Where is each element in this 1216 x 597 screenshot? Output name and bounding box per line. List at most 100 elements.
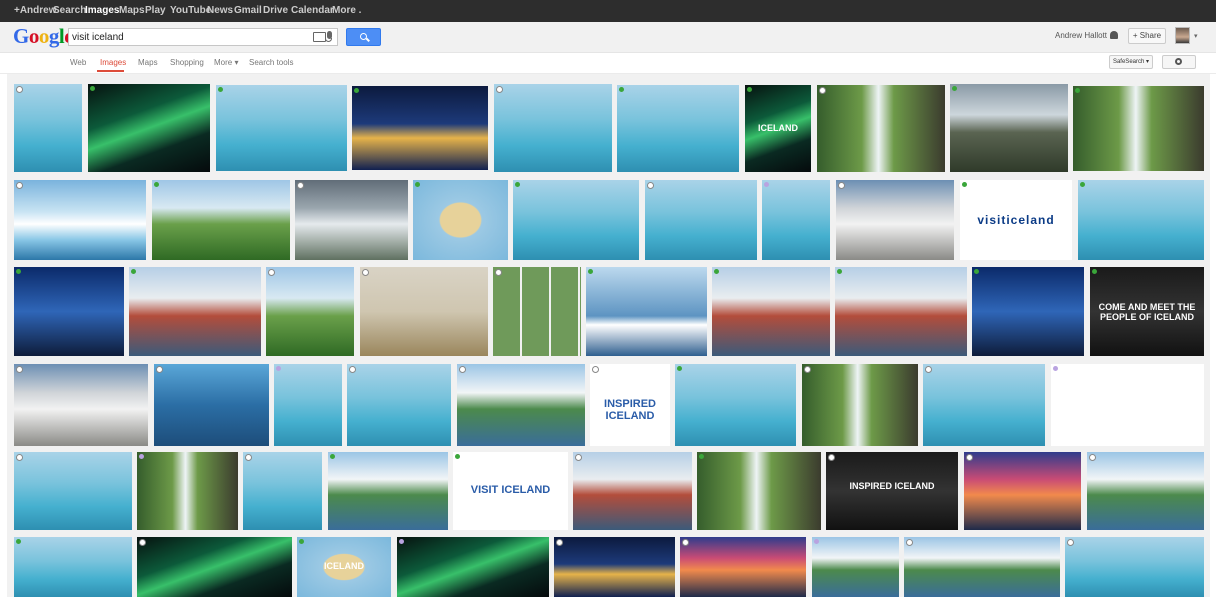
result-badge-icon xyxy=(330,454,335,459)
image-result-thumbnail[interactable] xyxy=(328,452,448,530)
avatar-caret-icon[interactable]: ▾ xyxy=(1194,32,1198,40)
gbar-link-gmail[interactable]: Gmail xyxy=(234,0,262,22)
gbar-link-calendar[interactable]: Calendar xyxy=(291,0,334,22)
settings-button[interactable] xyxy=(1162,55,1196,69)
image-result-thumbnail[interactable] xyxy=(586,267,707,356)
image-result-thumbnail[interactable] xyxy=(88,84,210,172)
image-result-thumbnail[interactable] xyxy=(964,452,1081,530)
image-result-thumbnail[interactable] xyxy=(14,364,148,446)
image-result-thumbnail[interactable] xyxy=(1087,452,1204,530)
image-result-thumbnail[interactable] xyxy=(129,267,261,356)
image-result-thumbnail[interactable]: COME AND MEET THE PEOPLE OF ICELAND xyxy=(1090,267,1204,356)
result-badge-icon xyxy=(828,454,835,461)
image-result-thumbnail[interactable] xyxy=(712,267,830,356)
image-result-thumbnail[interactable] xyxy=(697,452,821,530)
image-result-thumbnail[interactable] xyxy=(152,180,290,260)
image-result-thumbnail[interactable] xyxy=(1051,364,1204,446)
image-result-thumbnail[interactable] xyxy=(513,180,639,260)
google-logo[interactable]: Google xyxy=(13,25,74,47)
image-result-thumbnail[interactable] xyxy=(802,364,918,446)
image-result-thumbnail[interactable] xyxy=(347,364,451,446)
gbar-link-search[interactable]: Search xyxy=(53,0,86,22)
notification-bell-icon[interactable] xyxy=(1110,31,1118,39)
gbar-link-drive[interactable]: Drive xyxy=(263,0,288,22)
image-result-thumbnail[interactable] xyxy=(836,180,954,260)
tab-images[interactable]: Images xyxy=(100,58,126,67)
image-result-thumbnail[interactable] xyxy=(216,85,347,171)
gbar-link-news[interactable]: News xyxy=(207,0,233,22)
image-overlay-text: ICELAND xyxy=(324,561,364,571)
gbar-link-maps[interactable]: Maps xyxy=(119,0,145,22)
search-button[interactable] xyxy=(346,28,381,46)
image-result-thumbnail[interactable]: INSPIRED ICELAND xyxy=(590,364,670,446)
image-result-thumbnail[interactable] xyxy=(274,364,342,446)
image-result-thumbnail[interactable] xyxy=(1073,86,1204,171)
result-badge-icon xyxy=(276,366,281,371)
image-result-thumbnail[interactable] xyxy=(14,180,146,260)
image-result-thumbnail[interactable] xyxy=(680,537,806,597)
image-result-thumbnail[interactable]: ICELAND xyxy=(297,537,391,597)
result-badge-icon xyxy=(682,539,689,546)
image-result-thumbnail[interactable] xyxy=(457,364,585,446)
keyboard-icon[interactable] xyxy=(313,32,326,42)
image-result-thumbnail[interactable] xyxy=(812,537,899,597)
result-badge-icon xyxy=(16,269,21,274)
search-box xyxy=(68,28,338,46)
result-badge-icon xyxy=(139,454,144,459)
image-result-thumbnail[interactable] xyxy=(360,267,488,356)
image-result-thumbnail[interactable] xyxy=(243,452,322,530)
image-result-thumbnail[interactable] xyxy=(295,180,408,260)
image-result-thumbnail[interactable] xyxy=(397,537,549,597)
gbar-link-youtube[interactable]: YouTube xyxy=(170,0,211,22)
image-result-thumbnail[interactable] xyxy=(14,537,132,597)
tab-web[interactable]: Web xyxy=(70,58,86,67)
image-result-thumbnail[interactable] xyxy=(14,84,82,172)
gbar-link-images[interactable]: Images xyxy=(85,0,119,22)
tab-shopping[interactable]: Shopping xyxy=(170,58,204,67)
image-result-thumbnail[interactable]: VISIT ICELAND xyxy=(453,452,568,530)
user-name[interactable]: Andrew Hallott xyxy=(1055,31,1107,40)
image-result-thumbnail[interactable] xyxy=(972,267,1084,356)
image-result-thumbnail[interactable] xyxy=(413,180,508,260)
image-result-thumbnail[interactable] xyxy=(154,364,269,446)
image-result-thumbnail[interactable] xyxy=(1078,180,1204,260)
image-result-thumbnail[interactable] xyxy=(554,537,675,597)
image-result-thumbnail[interactable] xyxy=(494,84,612,172)
image-result-thumbnail[interactable]: ICELAND xyxy=(745,85,811,172)
tab-maps[interactable]: Maps xyxy=(138,58,158,67)
image-result-thumbnail[interactable] xyxy=(137,452,238,530)
image-result-thumbnail[interactable] xyxy=(493,267,581,356)
search-tabs: Web Images Maps Shopping More ▾ Search t… xyxy=(0,53,1216,74)
image-result-thumbnail[interactable] xyxy=(645,180,757,260)
search-input[interactable] xyxy=(72,29,302,45)
image-result-thumbnail[interactable] xyxy=(573,452,692,530)
microphone-icon[interactable] xyxy=(325,31,332,42)
image-result-thumbnail[interactable] xyxy=(14,452,132,530)
image-result-thumbnail[interactable] xyxy=(266,267,354,356)
image-result-thumbnail[interactable] xyxy=(14,267,124,356)
safesearch-button[interactable]: SafeSearch ▾ xyxy=(1109,55,1153,69)
gbar-link-profile[interactable]: +Andrew xyxy=(14,0,57,22)
result-badge-icon xyxy=(156,366,163,373)
image-result-thumbnail[interactable] xyxy=(675,364,796,446)
image-result-thumbnail[interactable] xyxy=(352,86,488,170)
image-result-thumbnail[interactable] xyxy=(762,180,830,260)
image-result-thumbnail[interactable] xyxy=(1065,537,1204,597)
image-result-thumbnail[interactable] xyxy=(923,364,1045,446)
tab-more[interactable]: More ▾ xyxy=(214,58,238,67)
share-button[interactable]: + Share xyxy=(1128,28,1166,44)
image-result-thumbnail[interactable] xyxy=(835,267,967,356)
image-result-thumbnail[interactable] xyxy=(950,84,1068,172)
tab-search-tools[interactable]: Search tools xyxy=(249,58,293,67)
image-result-thumbnail[interactable] xyxy=(617,85,739,172)
result-badge-icon xyxy=(906,539,913,546)
image-result-thumbnail[interactable]: visiticeland xyxy=(960,180,1072,260)
image-result-thumbnail[interactable]: INSPIRED ICELAND xyxy=(826,452,958,530)
result-badge-icon xyxy=(218,87,223,92)
image-result-thumbnail[interactable] xyxy=(904,537,1060,597)
avatar[interactable] xyxy=(1175,27,1190,44)
gbar-link-play[interactable]: Play xyxy=(145,0,166,22)
image-result-thumbnail[interactable] xyxy=(817,85,945,172)
gbar-link-more[interactable]: More . xyxy=(332,0,361,22)
image-result-thumbnail[interactable] xyxy=(137,537,292,597)
